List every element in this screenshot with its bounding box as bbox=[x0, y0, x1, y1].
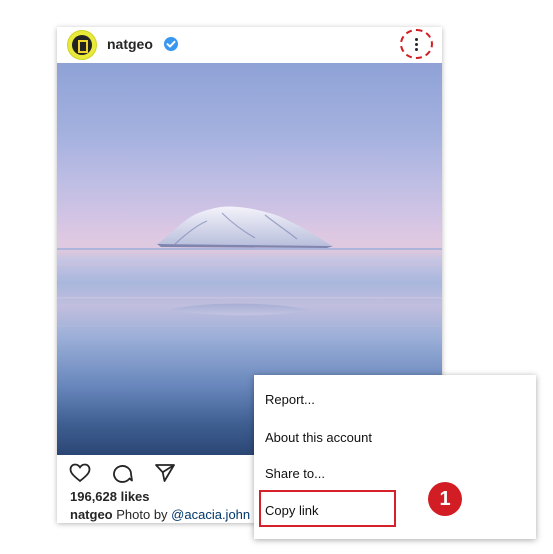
more-options-highlight bbox=[400, 29, 433, 59]
heart-icon[interactable] bbox=[69, 463, 91, 483]
caption-mention[interactable]: @acacia.john bbox=[171, 507, 250, 522]
comment-icon[interactable] bbox=[112, 463, 133, 483]
natgeo-logo-icon bbox=[72, 35, 92, 55]
verified-badge-icon bbox=[163, 36, 179, 52]
avatar[interactable] bbox=[67, 30, 97, 60]
caption-username[interactable]: natgeo bbox=[70, 507, 113, 522]
menu-item-share-to[interactable]: Share to... bbox=[265, 466, 325, 481]
copy-link-highlight bbox=[259, 490, 396, 527]
post-username[interactable]: natgeo bbox=[107, 36, 153, 52]
step-number-badge: 1 bbox=[428, 482, 462, 516]
post-header: natgeo bbox=[57, 27, 442, 63]
menu-item-report[interactable]: Report... bbox=[265, 392, 315, 407]
menu-item-about-account[interactable]: About this account bbox=[265, 430, 372, 445]
post-caption: natgeo Photo by @acacia.john bbox=[70, 507, 250, 522]
share-icon[interactable] bbox=[154, 463, 175, 483]
natgeo-frame-icon bbox=[78, 40, 88, 53]
caption-text: Photo by bbox=[112, 507, 172, 522]
likes-count[interactable]: 196,628 likes bbox=[70, 489, 150, 504]
post-actions bbox=[69, 463, 189, 483]
